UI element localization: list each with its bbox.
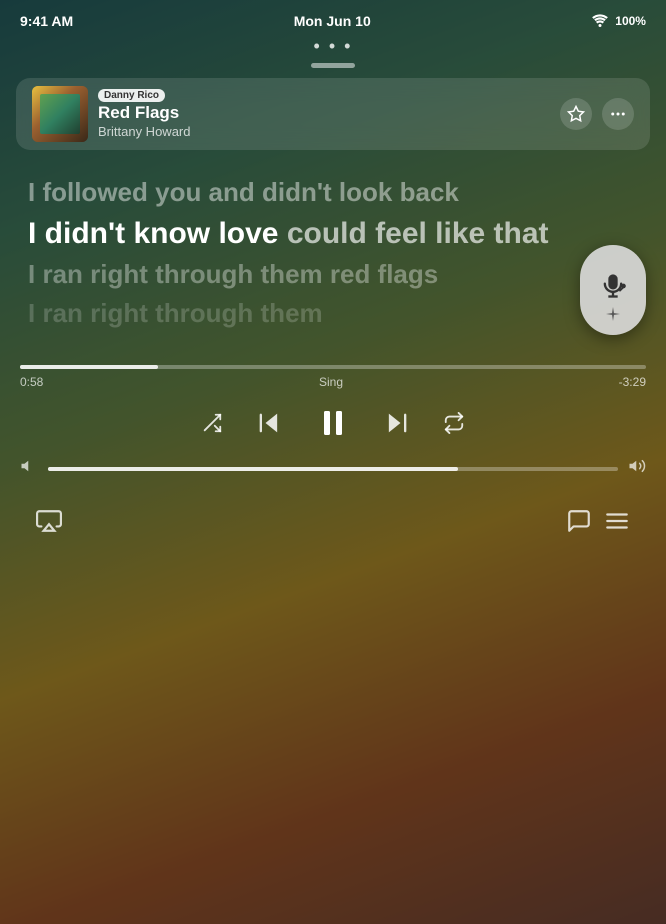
volume-fill <box>48 467 458 471</box>
repeat-button[interactable] <box>443 412 465 434</box>
now-playing-card: Danny Rico Red Flags Brittany Howard <box>16 78 650 150</box>
song-title: Red Flags <box>98 103 190 123</box>
bottom-toolbar <box>0 492 666 560</box>
mic-icon <box>599 272 627 307</box>
dots-icon: • • • <box>314 36 353 57</box>
lyric-future-2: I ran right through them <box>28 297 638 330</box>
airplay-button[interactable] <box>30 502 68 540</box>
handle-bar <box>0 63 666 68</box>
progress-area[interactable]: 0:58 Sing -3:29 <box>0 365 666 389</box>
lyric-highlight: I didn't know love <box>28 217 287 250</box>
drag-handle <box>311 63 355 68</box>
card-left: Danny Rico Red Flags Brittany Howard <box>32 86 190 142</box>
lyrics-area: I followed you and didn't look back I di… <box>0 166 666 335</box>
status-date: Mon Jun 10 <box>294 13 371 29</box>
sparkle-icon <box>606 307 620 321</box>
song-info: Danny Rico Red Flags Brittany Howard <box>98 89 190 139</box>
progress-current: 0:58 <box>20 375 43 389</box>
more-button[interactable] <box>602 98 634 130</box>
lyric-future-1: I ran right through them red flags <box>28 258 638 291</box>
volume-high-icon <box>628 457 646 480</box>
shuffle-button[interactable] <box>201 412 223 434</box>
progress-track[interactable] <box>20 365 646 369</box>
volume-low-icon <box>20 457 38 480</box>
progress-remaining: -3:29 <box>619 375 646 389</box>
lyric-past-1: I followed you and didn't look back <box>28 176 638 209</box>
album-art-detail <box>40 94 80 134</box>
top-dots-menu[interactable]: • • • <box>0 36 666 57</box>
pause-button[interactable] <box>315 405 351 441</box>
queue-button[interactable] <box>598 502 636 540</box>
status-time: 9:41 AM <box>20 13 73 29</box>
song-user: Danny Rico <box>98 89 190 102</box>
progress-fill <box>20 365 158 369</box>
status-bar: 9:41 AM Mon Jun 10 100% <box>0 0 666 36</box>
mic-button[interactable] <box>580 245 646 335</box>
progress-label: Sing <box>319 375 343 389</box>
star-button[interactable] <box>560 98 592 130</box>
lyrics-section: I followed you and didn't look back I di… <box>28 176 638 335</box>
lyric-unhighlight: could feel like that <box>287 217 549 250</box>
playback-controls <box>0 389 666 453</box>
progress-times: 0:58 Sing -3:29 <box>20 375 646 389</box>
next-button[interactable] <box>383 409 411 437</box>
song-artist: Brittany Howard <box>98 124 190 139</box>
battery-indicator: 100% <box>615 14 646 28</box>
user-badge: Danny Rico <box>98 89 165 102</box>
status-right: 100% <box>591 13 646 30</box>
card-actions <box>560 98 634 130</box>
wifi-icon <box>591 13 609 30</box>
prev-button[interactable] <box>255 409 283 437</box>
volume-track[interactable] <box>48 467 618 471</box>
volume-area[interactable] <box>0 453 666 492</box>
lyric-current: I didn't know love could feel like that <box>28 215 638 253</box>
lyrics-button[interactable] <box>560 502 598 540</box>
album-art <box>32 86 88 142</box>
